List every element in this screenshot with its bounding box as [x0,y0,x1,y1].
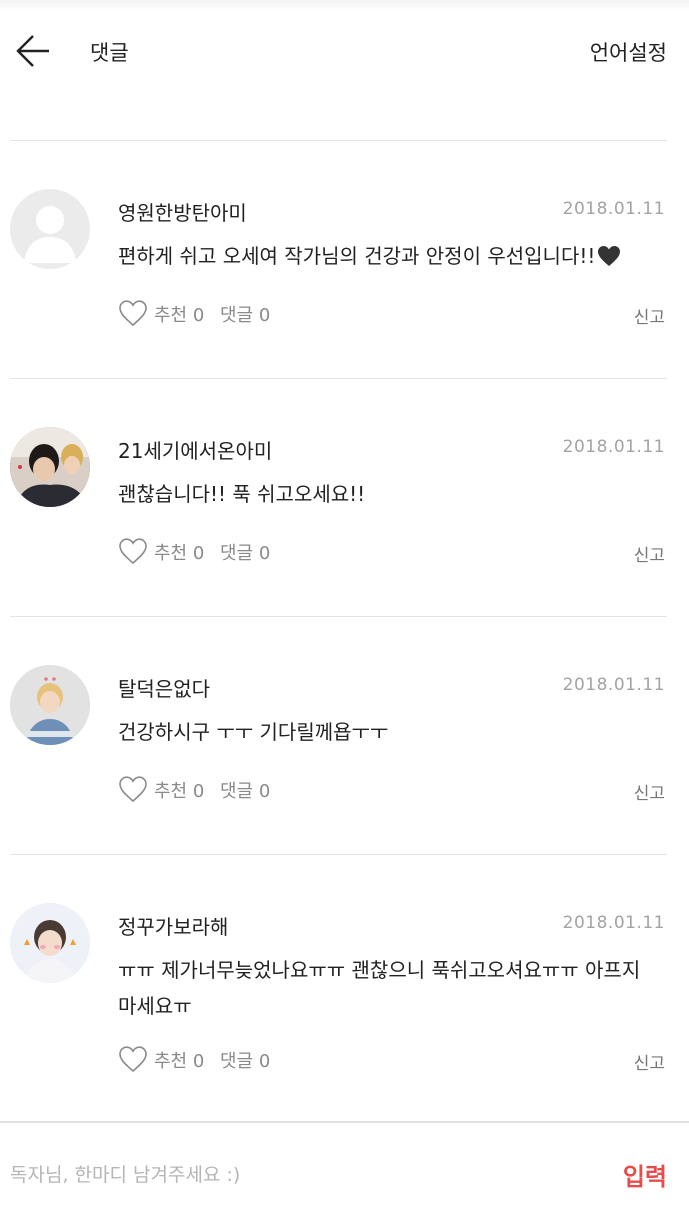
like-label: 추천 [154,543,188,564]
avatar [10,665,90,745]
reply-label: 댓글 [220,781,254,802]
profile-photo [10,427,90,507]
reply-button[interactable]: 댓글 0 [220,1047,270,1073]
comment-actions: 추천 0 댓글 0 [118,299,318,329]
like-label: 추천 [154,305,188,326]
comment-date: 2018.01.11 [562,675,665,695]
comment-author[interactable]: 정꾸가보라해 [118,911,228,940]
report-button[interactable]: 신고 [634,541,665,566]
report-button[interactable]: 신고 [634,303,665,328]
heart-outline-icon[interactable] [118,299,148,327]
comment-author[interactable]: 탈덕은없다 [118,673,210,702]
comment-author[interactable]: 영원한방탄아미 [118,197,247,226]
like-count: 0 [192,543,205,564]
like-label: 추천 [154,781,188,802]
comment-actions: 추천 0 댓글 0 [118,1045,318,1075]
divider [10,378,667,379]
heart-outline-icon[interactable] [118,1045,148,1073]
reply-count: 0 [258,305,271,326]
language-settings-button[interactable]: 언어설정 [590,37,667,67]
like-count: 0 [192,305,205,326]
submit-button[interactable]: 입력 [623,1157,667,1192]
comment-actions: 추천 0 댓글 0 [118,775,318,805]
divider [10,140,667,141]
default-avatar-icon [24,206,76,263]
comment-text: ㅠㅠ 제가너무늦었나요ㅠㅠ 괜찮으니 푹쉬고오셔요ㅠㅠ 아프지 마세요ㅠ [118,958,641,1018]
back-arrow-icon[interactable] [14,32,52,70]
comment-input[interactable] [10,1157,590,1193]
comment-text-body: 편하게 쉬고 오세여 작가님의 건강과 안정이 우선입니다!! [118,244,596,268]
reply-count: 0 [258,1051,271,1072]
avatar [10,189,90,269]
comment-date: 2018.01.11 [562,437,665,457]
like-button[interactable]: 추천 0 [154,539,204,565]
like-button[interactable]: 추천 0 [154,777,204,803]
reply-count: 0 [258,781,271,802]
reply-button[interactable]: 댓글 0 [220,777,270,803]
page-title: 댓글 [90,41,129,65]
reply-label: 댓글 [220,305,254,326]
profile-photo [10,903,90,983]
comment-actions: 추천 0 댓글 0 [118,537,318,567]
like-count: 0 [192,1051,205,1072]
comment-text: 건강하시구 ㅜㅜ 기다릴께욥ㅜㅜ [118,720,389,744]
heart-outline-icon[interactable] [118,537,148,565]
reply-label: 댓글 [220,1051,254,1072]
comment-input-bar: 입력 [0,1121,689,1227]
comment-text: 괜찮습니다!! 푹 쉬고오세요!! [118,482,366,506]
report-button[interactable]: 신고 [634,779,665,804]
reply-count: 0 [258,543,271,564]
reply-label: 댓글 [220,543,254,564]
divider [10,854,667,855]
like-count: 0 [192,781,205,802]
comment-date: 2018.01.11 [562,199,665,219]
reply-button[interactable]: 댓글 0 [220,539,270,565]
profile-photo [10,665,90,745]
black-heart-emoji [597,242,621,278]
avatar [10,903,90,983]
header: 댓글 언어설정 [0,0,689,100]
report-button[interactable]: 신고 [634,1049,665,1074]
like-button[interactable]: 추천 0 [154,301,204,327]
comment-author[interactable]: 21세기에서온아미 [118,435,272,464]
divider [10,616,667,617]
avatar [10,427,90,507]
comment-text: 편하게 쉬고 오세여 작가님의 건강과 안정이 우선입니다!! [118,238,658,278]
heart-outline-icon[interactable] [118,775,148,803]
like-label: 추천 [154,1051,188,1072]
like-button[interactable]: 추천 0 [154,1047,204,1073]
comment-date: 2018.01.11 [562,913,665,933]
reply-button[interactable]: 댓글 0 [220,301,270,327]
